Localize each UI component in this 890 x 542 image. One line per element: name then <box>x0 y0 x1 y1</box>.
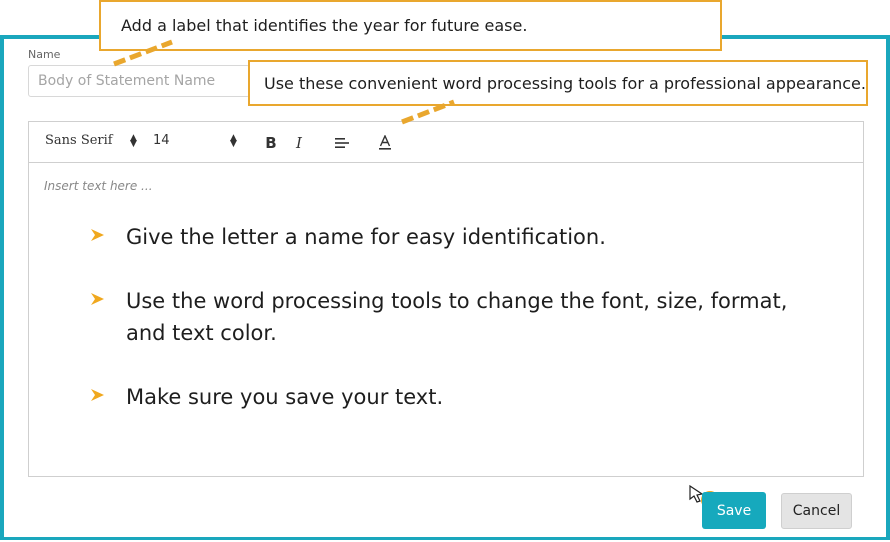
cancel-button[interactable]: Cancel <box>781 493 852 529</box>
callout-tools-tip: Use these convenient word processing too… <box>248 60 868 106</box>
editor-placeholder: Insert text here ... <box>44 179 153 193</box>
list-item-text: Use the word processing tools to change … <box>126 289 788 345</box>
name-label: Name <box>28 48 61 61</box>
callout-label-tip: Add a label that identifies the year for… <box>99 0 722 51</box>
font-family-value: Sans Serif <box>45 133 113 148</box>
font-size-value: 14 <box>153 133 170 148</box>
editor-content[interactable]: Insert text here ... Give the letter a n… <box>29 163 863 476</box>
editor-toolbar: Sans Serif ▲ ▼ 14 ▲ ▼ B I <box>29 122 863 163</box>
name-input[interactable] <box>28 65 250 97</box>
rich-text-editor: Sans Serif ▲ ▼ 14 ▲ ▼ B I Insert text he… <box>28 121 864 477</box>
chevron-right-icon <box>91 389 104 401</box>
italic-icon: I <box>296 134 302 152</box>
list-item: Make sure you save your text. <box>89 381 809 413</box>
font-size-select[interactable]: 14 ▲ ▼ <box>153 133 239 149</box>
save-button[interactable]: Save <box>702 492 766 529</box>
list-item: Give the letter a name for easy identifi… <box>89 221 809 253</box>
callout-text: Add a label that identifies the year for… <box>121 16 528 35</box>
italic-button[interactable]: I <box>288 132 310 154</box>
instruction-list: Give the letter a name for easy identifi… <box>89 221 809 445</box>
list-item: Use the word processing tools to change … <box>89 285 809 349</box>
bold-icon: B <box>265 134 277 152</box>
callout-text: Use these convenient word processing too… <box>264 73 866 93</box>
font-family-select[interactable]: Sans Serif ▲ ▼ <box>45 133 141 149</box>
updown-arrows-icon: ▲ ▼ <box>230 133 237 149</box>
chevron-right-icon <box>91 229 104 241</box>
text-color-button[interactable] <box>374 132 396 154</box>
updown-arrows-icon: ▲ ▼ <box>130 133 137 149</box>
bold-button[interactable]: B <box>260 132 282 154</box>
list-item-text: Make sure you save your text. <box>126 385 444 409</box>
chevron-right-icon <box>91 293 104 305</box>
callout-connector <box>113 39 173 67</box>
text-color-icon <box>379 135 391 150</box>
align-left-icon <box>335 138 349 148</box>
align-button[interactable] <box>331 132 353 154</box>
callout-connector <box>401 99 455 125</box>
list-item-text: Give the letter a name for easy identifi… <box>126 225 606 249</box>
